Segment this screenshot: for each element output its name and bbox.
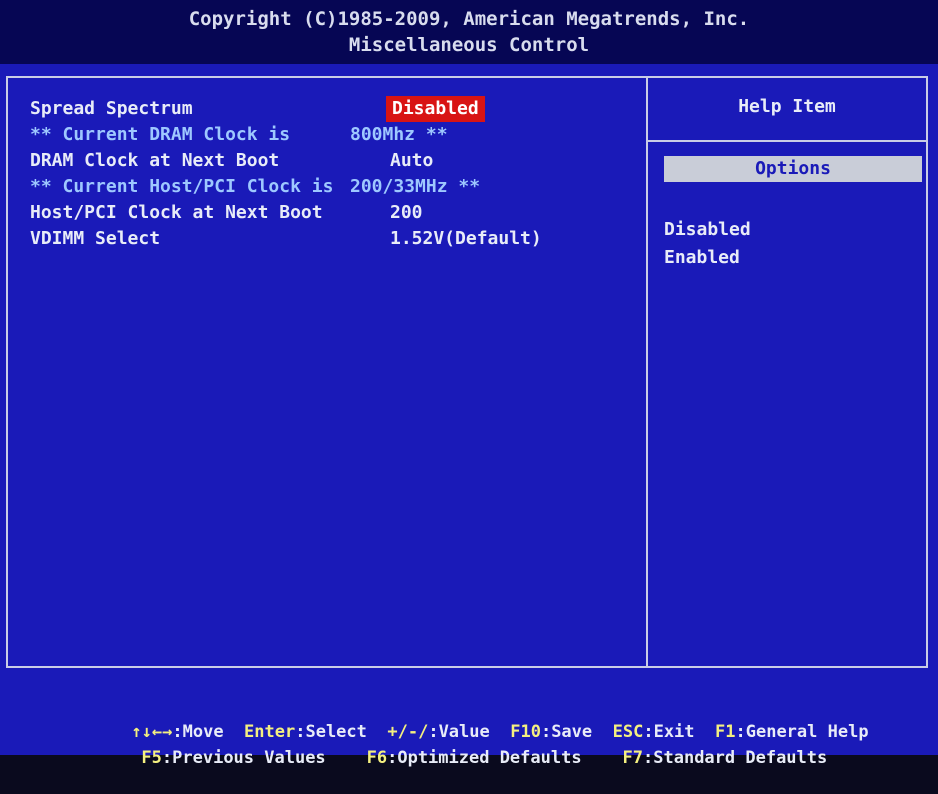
setting-label: Spread Spectrum [30, 98, 193, 119]
page-title: Miscellaneous Control [348, 34, 590, 56]
header-bar: Copyright (C)1985-2009, American Megatre… [0, 0, 938, 64]
key-previous-values: F5:Previous Values [141, 748, 326, 768]
options-list: Disabled Enabled [664, 216, 751, 272]
option-item[interactable]: Enabled [664, 244, 751, 272]
info-label: ** Current Host/PCI Clock is [30, 176, 334, 197]
setting-value-selected[interactable]: Disabled [386, 96, 485, 122]
setting-label: VDIMM Select [30, 228, 161, 249]
key-standard-defaults: F7:Standard Defaults [622, 748, 828, 768]
settings-list: Spread Spectrum Disabled ** Current DRAM… [30, 96, 640, 252]
options-header: Options [664, 156, 922, 182]
setting-vdimm-select[interactable]: VDIMM Select 1.52V(Default) [30, 226, 640, 252]
setting-dram-clock-next-boot[interactable]: DRAM Clock at Next Boot Auto [30, 148, 640, 174]
key-optimized-defaults: F6:Optimized Defaults [366, 748, 582, 768]
footer-keys: ↑↓←→:Move Enter:Select +/-/:Value F10:Sa… [0, 688, 938, 768]
footer-line-2: F5:Previous Values F6:Optimized Defaults… [80, 722, 827, 794]
setting-label: DRAM Clock at Next Boot [30, 150, 280, 171]
info-current-dram-clock: ** Current DRAM Clock is 800Mhz ** [30, 122, 640, 148]
setting-label: Host/PCI Clock at Next Boot [30, 202, 323, 223]
help-pane: Help Item Options Disabled Enabled [648, 76, 926, 668]
setting-spread-spectrum[interactable]: Spread Spectrum Disabled [30, 96, 640, 122]
copyright-text: Copyright (C)1985-2009, American Megatre… [188, 8, 750, 30]
info-value: 800Mhz ** [350, 124, 448, 145]
help-divider [648, 140, 926, 142]
help-title: Help Item [738, 96, 836, 117]
setting-host-pci-clock-next-boot[interactable]: Host/PCI Clock at Next Boot 200 [30, 200, 640, 226]
setting-value[interactable]: 1.52V(Default) [390, 226, 542, 252]
option-item[interactable]: Disabled [664, 216, 751, 244]
bios-screen: Copyright (C)1985-2009, American Megatre… [0, 0, 938, 768]
info-value: 200/33MHz ** [350, 176, 481, 197]
setting-value[interactable]: 200 [390, 200, 423, 226]
info-label: ** Current DRAM Clock is [30, 124, 291, 145]
info-current-host-pci-clock: ** Current Host/PCI Clock is 200/33MHz *… [30, 174, 640, 200]
setting-value[interactable]: Auto [390, 148, 433, 174]
